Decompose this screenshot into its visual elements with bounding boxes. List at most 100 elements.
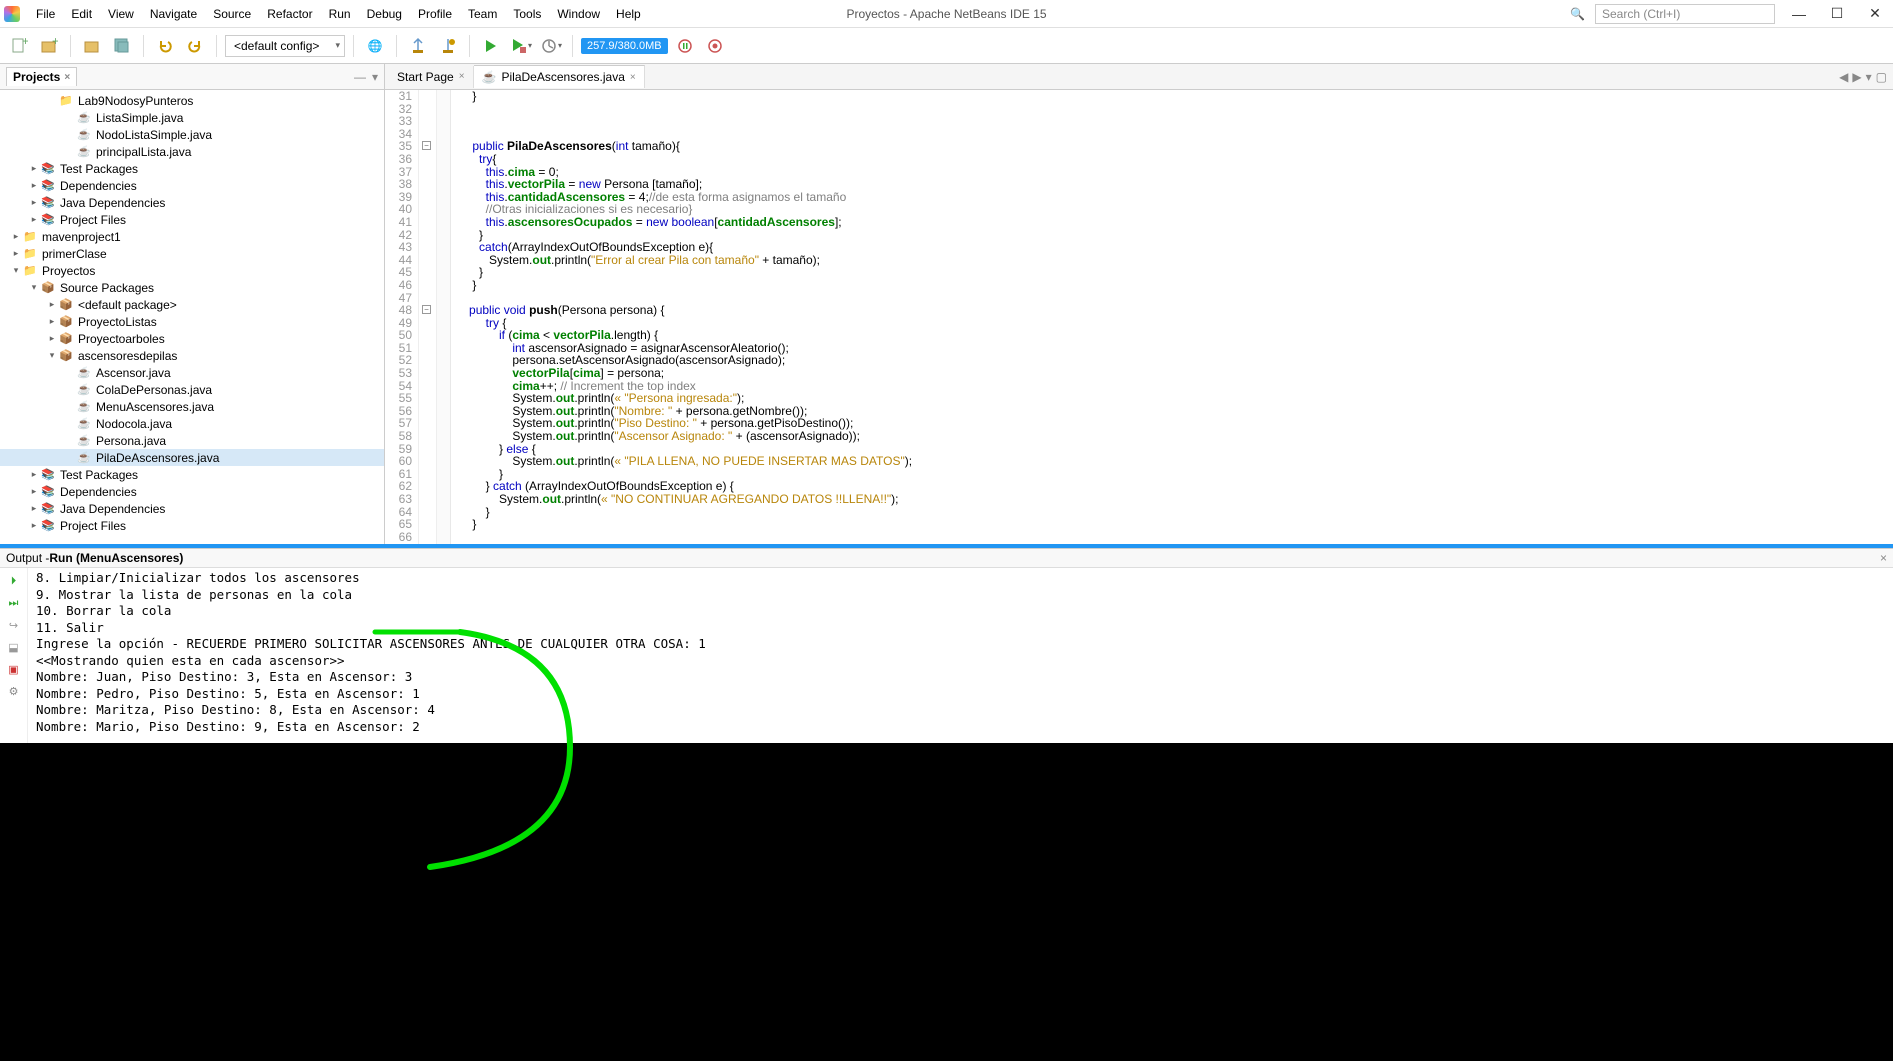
- menu-refactor[interactable]: Refactor: [259, 3, 320, 25]
- tree-item[interactable]: ▸📚Java Dependencies: [0, 500, 384, 517]
- menu-debug[interactable]: Debug: [359, 3, 410, 25]
- expand-icon[interactable]: ▸: [28, 469, 40, 480]
- tree-item[interactable]: ▸📚Test Packages: [0, 466, 384, 483]
- collapse-icon[interactable]: ▾: [46, 350, 58, 361]
- expand-icon[interactable]: ▸: [46, 299, 58, 310]
- tree-item[interactable]: ☕PilaDeAscensores.java: [0, 449, 384, 466]
- menu-file[interactable]: File: [28, 3, 63, 25]
- new-file-button[interactable]: +: [6, 33, 32, 59]
- tree-item[interactable]: ☕ListaSimple.java: [0, 109, 384, 126]
- stop-out-icon[interactable]: ↪: [5, 616, 23, 634]
- rerun-fast-icon[interactable]: ⏭: [5, 594, 23, 612]
- menu-team[interactable]: Team: [460, 3, 505, 25]
- editor-tab[interactable]: Start Page×: [389, 66, 474, 88]
- output-text[interactable]: 8. Limpiar/Inicializar todos los ascenso…: [28, 568, 1893, 743]
- search-icon[interactable]: 🔍: [1570, 7, 1585, 21]
- tree-item[interactable]: ☕MenuAscensores.java: [0, 398, 384, 415]
- close-tab-icon[interactable]: ×: [459, 71, 465, 82]
- clean-build-button[interactable]: [435, 33, 461, 59]
- projects-tab[interactable]: Projects ×: [6, 67, 77, 86]
- tab-max-icon[interactable]: ▢: [1876, 70, 1887, 84]
- tree-item[interactable]: ☕Persona.java: [0, 432, 384, 449]
- code-editor[interactable]: 3132333435363738394041424344454647484950…: [385, 90, 1893, 544]
- tree-item[interactable]: ▸📚Java Dependencies: [0, 194, 384, 211]
- tree-item[interactable]: ▾📁Proyectos: [0, 262, 384, 279]
- menu-window[interactable]: Window: [549, 3, 608, 25]
- expand-icon[interactable]: ▸: [28, 163, 40, 174]
- tree-item[interactable]: ▾📦Source Packages: [0, 279, 384, 296]
- run-button[interactable]: [478, 33, 504, 59]
- tab-list-icon[interactable]: ▾: [1866, 70, 1872, 84]
- fold-toggle-icon[interactable]: −: [422, 305, 431, 314]
- panel-menu-icon[interactable]: ▾: [372, 70, 378, 84]
- undo-button[interactable]: [152, 33, 178, 59]
- globe-icon[interactable]: 🌐: [362, 33, 388, 59]
- maximize-button[interactable]: ☐: [1823, 4, 1851, 24]
- collapse-icon[interactable]: ▾: [10, 265, 22, 276]
- stop-red-icon[interactable]: ▣: [5, 660, 23, 678]
- close-button[interactable]: ✕: [1861, 4, 1889, 24]
- save-all-button[interactable]: [109, 33, 135, 59]
- tree-item[interactable]: ▸📦Proyectoarboles: [0, 330, 384, 347]
- menu-help[interactable]: Help: [608, 3, 649, 25]
- tree-item[interactable]: ▸📦ProyectoListas: [0, 313, 384, 330]
- menu-source[interactable]: Source: [205, 3, 259, 25]
- stop-gc-icon[interactable]: [702, 33, 728, 59]
- project-tree[interactable]: 📁Lab9NodosyPunteros☕ListaSimple.java☕Nod…: [0, 90, 384, 544]
- rerun-icon[interactable]: ⏵: [5, 572, 23, 590]
- expand-icon[interactable]: ▸: [10, 231, 22, 242]
- fold-column[interactable]: −−−: [419, 90, 437, 544]
- close-icon[interactable]: ×: [64, 72, 70, 83]
- minimize-button[interactable]: —: [1785, 4, 1813, 24]
- build-button[interactable]: [405, 33, 431, 59]
- tab-next-icon[interactable]: ▶: [1852, 70, 1861, 84]
- memory-indicator[interactable]: 257.9/380.0MB: [581, 38, 668, 54]
- tree-item[interactable]: ▸📚Test Packages: [0, 160, 384, 177]
- tree-item[interactable]: ▸📦<default package>: [0, 296, 384, 313]
- close-tab-icon[interactable]: ×: [630, 72, 636, 83]
- editor-tab[interactable]: ☕PilaDeAscensores.java×: [474, 65, 645, 88]
- fold-toggle-icon[interactable]: −: [422, 141, 431, 150]
- config-combo[interactable]: <default config>: [225, 35, 345, 57]
- new-project-button[interactable]: +: [36, 33, 62, 59]
- tree-item[interactable]: ☕NodoListaSimple.java: [0, 126, 384, 143]
- tree-item[interactable]: ▸📁primerClase: [0, 245, 384, 262]
- expand-icon[interactable]: ▸: [28, 180, 40, 191]
- tree-item[interactable]: ▸📚Project Files: [0, 517, 384, 534]
- expand-icon[interactable]: ▸: [46, 333, 58, 344]
- code-lines[interactable]: } public PilaDeAscensores(int tamaño){ t…: [451, 90, 1893, 544]
- tree-item[interactable]: ☕Ascensor.java: [0, 364, 384, 381]
- tree-item[interactable]: ☕ColaDePersonas.java: [0, 381, 384, 398]
- minimize-panel-icon[interactable]: —: [354, 70, 366, 84]
- tree-item[interactable]: 📁Lab9NodosyPunteros: [0, 92, 384, 109]
- tree-item[interactable]: ☕Nodocola.java: [0, 415, 384, 432]
- expand-icon[interactable]: ▸: [28, 503, 40, 514]
- tree-item[interactable]: ▾📦ascensoresdepilas: [0, 347, 384, 364]
- tree-item[interactable]: ▸📚Dependencies: [0, 177, 384, 194]
- expand-icon[interactable]: ▸: [28, 486, 40, 497]
- tab-prev-icon[interactable]: ◀: [1839, 70, 1848, 84]
- tree-item[interactable]: ▸📚Dependencies: [0, 483, 384, 500]
- pause-gc-icon[interactable]: [672, 33, 698, 59]
- open-button[interactable]: [79, 33, 105, 59]
- stop-build-icon[interactable]: ⬓: [5, 638, 23, 656]
- menu-run[interactable]: Run: [321, 3, 359, 25]
- menu-view[interactable]: View: [100, 3, 142, 25]
- tree-item[interactable]: ☕principalLista.java: [0, 143, 384, 160]
- menu-profile[interactable]: Profile: [410, 3, 460, 25]
- menu-tools[interactable]: Tools: [505, 3, 549, 25]
- expand-icon[interactable]: ▸: [10, 248, 22, 259]
- tree-item[interactable]: ▸📁mavenproject1: [0, 228, 384, 245]
- debug-button[interactable]: ▾: [508, 33, 534, 59]
- wrap-icon[interactable]: ⚙: [5, 682, 23, 700]
- menu-edit[interactable]: Edit: [63, 3, 100, 25]
- redo-button[interactable]: [182, 33, 208, 59]
- expand-icon[interactable]: ▸: [28, 197, 40, 208]
- expand-icon[interactable]: ▸: [46, 316, 58, 327]
- tree-item[interactable]: ▸📚Project Files: [0, 211, 384, 228]
- close-output-icon[interactable]: ×: [1880, 551, 1887, 565]
- menu-navigate[interactable]: Navigate: [142, 3, 205, 25]
- collapse-icon[interactable]: ▾: [28, 282, 40, 293]
- expand-icon[interactable]: ▸: [28, 520, 40, 531]
- search-input[interactable]: Search (Ctrl+I): [1595, 4, 1775, 24]
